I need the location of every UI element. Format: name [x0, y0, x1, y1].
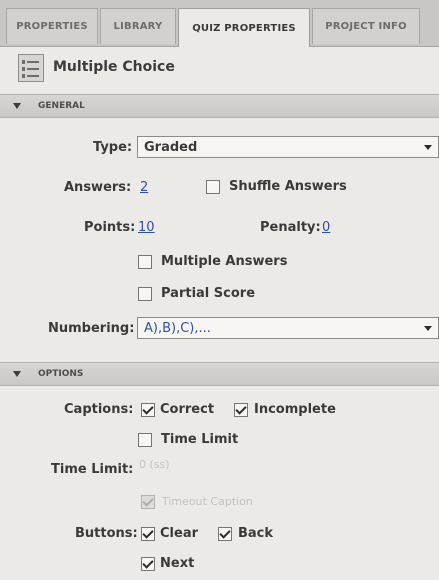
quiz-list-icon [18, 54, 44, 82]
incomplete-caption-checkbox[interactable] [234, 403, 248, 417]
numbering-label: Numbering: [48, 321, 135, 336]
numbering-select[interactable]: A),B),C),... [137, 317, 439, 339]
time-limit-label: Time Limit: [51, 462, 134, 477]
multiple-answers-label: Multiple Answers [161, 254, 288, 269]
points-label: Points: [84, 220, 136, 235]
partial-score-checkbox[interactable] [138, 287, 152, 301]
panel-tab-bar: PROPERTIES LIBRARY QUIZ PROPERTIES PROJE… [0, 0, 439, 47]
answers-value[interactable]: 2 [140, 180, 148, 195]
tab-project-info[interactable]: PROJECT INFO [312, 8, 420, 44]
tab-properties[interactable]: PROPERTIES [6, 8, 98, 44]
answers-label: Answers: [64, 180, 132, 195]
time-limit-input: 0 (ss) [139, 458, 170, 471]
buttons-label: Buttons: [75, 526, 138, 541]
time-limit-checkbox-label: Time Limit [161, 432, 239, 447]
checkmark-icon [142, 557, 154, 569]
time-limit-checkbox[interactable] [138, 433, 152, 447]
checkmark-icon [235, 403, 247, 415]
chevron-down-icon [424, 145, 432, 150]
back-button-checkbox[interactable] [218, 527, 232, 541]
collapse-triangle-icon [13, 371, 21, 377]
numbering-select-value: A),B),C),... [144, 321, 211, 336]
captions-label: Captions: [64, 402, 134, 417]
general-section-label: GENERAL [38, 101, 85, 111]
timeout-caption-checkbox [141, 495, 155, 509]
type-select-value: Graded [144, 140, 198, 155]
next-button-checkbox[interactable] [141, 557, 155, 571]
type-label: Type: [93, 140, 133, 155]
next-button-label: Next [160, 556, 195, 571]
correct-caption-label: Correct [160, 402, 215, 417]
checkmark-icon [142, 403, 154, 415]
clear-button-label: Clear [160, 526, 198, 541]
partial-score-label: Partial Score [161, 286, 256, 301]
penalty-value[interactable]: 0 [322, 220, 330, 235]
collapse-triangle-icon [13, 103, 21, 109]
tab-library[interactable]: LIBRARY [100, 8, 176, 44]
correct-caption-checkbox[interactable] [141, 403, 155, 417]
tab-quiz-properties[interactable]: QUIZ PROPERTIES [178, 8, 310, 47]
penalty-label: Penalty: [260, 220, 321, 235]
multiple-answers-checkbox[interactable] [138, 255, 152, 269]
chevron-down-icon [424, 326, 432, 331]
general-section-header[interactable]: GENERAL [0, 94, 439, 118]
points-value[interactable]: 10 [138, 220, 155, 235]
options-section-header[interactable]: OPTIONS [0, 362, 439, 386]
type-select[interactable]: Graded [137, 136, 439, 158]
incomplete-caption-label: Incomplete [254, 402, 336, 417]
checkmark-icon [219, 527, 231, 539]
clear-button-checkbox[interactable] [141, 527, 155, 541]
options-section-label: OPTIONS [38, 369, 84, 379]
timeout-caption-label: Timeout Caption [162, 495, 253, 508]
checkmark-icon [142, 495, 154, 507]
checkmark-icon [142, 527, 154, 539]
back-button-label: Back [238, 526, 274, 541]
slide-type-row: Multiple Choice [0, 46, 439, 92]
slide-type-title: Multiple Choice [53, 59, 175, 75]
shuffle-answers-checkbox[interactable] [206, 180, 220, 194]
shuffle-answers-label: Shuffle Answers [229, 179, 347, 194]
